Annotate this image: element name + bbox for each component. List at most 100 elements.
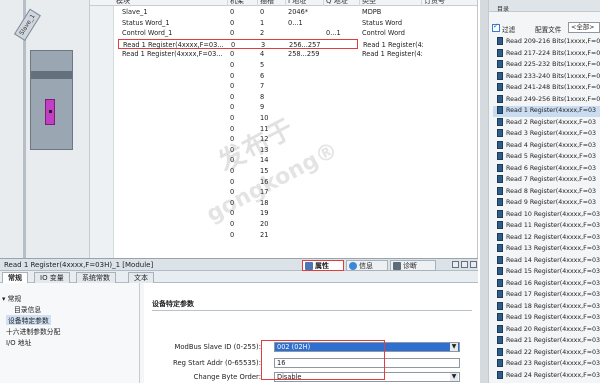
cell-slot: 4 xyxy=(260,50,265,59)
table-row[interactable]: 0 21 xyxy=(90,230,477,241)
slave-slot-indicator[interactable] xyxy=(45,99,55,125)
cell-module xyxy=(120,187,234,198)
table-row[interactable]: 0 18 xyxy=(90,198,477,209)
column-header[interactable]: 类型 xyxy=(360,0,422,6)
catalog-item[interactable]: Read 233-240 Bits(1xxxx,F=0 xyxy=(497,71,600,83)
column-header[interactable]: I 地址 xyxy=(286,0,324,6)
table-row[interactable]: Read 1 Register(4xxxx,F=03... 0 3 256...257… xyxy=(118,38,423,50)
tree-item-hex-params[interactable]: 十六进制参数分配 xyxy=(6,326,60,336)
filter-checkbox[interactable] xyxy=(492,22,500,32)
cell-type xyxy=(360,124,422,135)
catalog-item[interactable]: Read 4 Register(4xxxx,F=03 xyxy=(497,140,596,152)
catalog-item[interactable]: Read 217-224 Bits(1xxxx,F=0 xyxy=(497,48,600,60)
chevron-down-icon[interactable]: ▼ xyxy=(450,343,458,351)
restore-button[interactable] xyxy=(452,261,459,268)
tab-diagnostics[interactable]: 诊断 xyxy=(390,260,436,271)
catalog-item[interactable]: Read 225-232 Bits(1xxxx,F=0 xyxy=(497,60,600,71)
catalog-item[interactable]: Read 9 Register(4xxxx,F=03 xyxy=(497,198,596,209)
catalog-item[interactable]: Read 6 Register(4xxxx,F=03 xyxy=(497,163,596,175)
catalog-item[interactable]: Read 15 Register(4xxxx,F=03 xyxy=(497,267,600,278)
catalog-item[interactable]: Read 24 Register(4xxxx,F=03 xyxy=(497,370,600,382)
catalog-item[interactable]: Read 22 Register(4xxxx,F=03 xyxy=(497,347,600,359)
catalog-item[interactable]: Read 21 Register(4xxxx,F=03 xyxy=(497,336,600,347)
catalog-item[interactable]: Read 11 Register(4xxxx,F=03 xyxy=(497,221,600,232)
property-nav-tree: ▾ 常规 目录信息 设备特定参数 十六进制参数分配 I/O 地址 xyxy=(0,283,140,383)
subtab-general[interactable]: 常规 xyxy=(2,272,28,283)
catalog-item[interactable]: Read 8 Register(4xxxx,F=03 xyxy=(497,186,596,198)
table-row[interactable]: 05 xyxy=(90,60,477,71)
catalog-item[interactable]: Read 241-248 Bits(1xxxx,F=0 xyxy=(497,83,600,94)
catalog-item[interactable]: Read 23 Register(4xxxx,F=03 xyxy=(497,359,600,370)
table-row[interactable]: Control Word_1 0 2 0...1 Control Word xyxy=(90,28,477,39)
cell-module xyxy=(120,92,234,103)
catalog-item[interactable]: Read 2 Register(4xxxx,F=03 xyxy=(497,117,596,129)
cell-slot: 7 xyxy=(260,82,265,91)
catalog-item[interactable]: Read 7 Register(4xxxx,F=03 xyxy=(497,175,596,186)
catalog-item-label: Read 225-232 Bits(1xxxx,F=0 xyxy=(506,61,600,68)
slave-tag[interactable]: Slave_1 xyxy=(13,8,41,42)
slave-module[interactable] xyxy=(30,50,73,150)
catalog-item[interactable]: Read 17 Register(4xxxx,F=03 xyxy=(497,290,600,301)
column-header[interactable]: 订货号 xyxy=(422,0,477,6)
module-icon xyxy=(497,186,503,195)
catalog-item[interactable]: Read 13 Register(4xxxx,F=03 xyxy=(497,244,600,255)
chevron-down-icon[interactable]: ▼ xyxy=(450,373,458,381)
cell-type xyxy=(360,134,422,145)
table-row[interactable]: 06 xyxy=(90,71,477,82)
module-icon xyxy=(497,129,503,137)
cell-module xyxy=(120,60,234,71)
catalog-item[interactable]: Read 19 Register(4xxxx,F=03 xyxy=(497,313,600,324)
cell-type xyxy=(360,230,422,241)
catalog-item[interactable]: Read 3 Register(4xxxx,F=03 xyxy=(497,129,596,140)
table-row[interactable]: 0 19 xyxy=(90,208,477,219)
cell-slot: 1 xyxy=(260,18,265,27)
cell-q-addr xyxy=(324,124,360,135)
table-row[interactable]: Read 1 Register(4xxxx,F=03... 0 4 258...259… xyxy=(90,49,477,60)
catalog-item[interactable]: Read 12 Register(4xxxx,F=03 xyxy=(497,232,600,244)
subtab-system-constants[interactable]: 系统常数 xyxy=(76,272,116,283)
catalog-item-label: Read 249-256 Bits(1xxxx,F=0 xyxy=(506,95,600,103)
close-button[interactable] xyxy=(470,261,477,268)
tab-info[interactable]: 信息 xyxy=(346,260,388,271)
table-row[interactable]: Slave_1 0 0 2046* MDPB xyxy=(90,7,477,18)
catalog-item[interactable]: Read 16 Register(4xxxx,F=03 xyxy=(497,278,600,290)
pane-divider[interactable] xyxy=(480,0,488,383)
module-icon xyxy=(497,106,503,114)
catalog-item[interactable]: Read 20 Register(4xxxx,F=03 xyxy=(497,324,600,336)
tree-item-device-params[interactable]: 设备特定参数 xyxy=(6,315,51,325)
subtab-io-tags[interactable]: IO 变量 xyxy=(34,272,70,283)
cell-q-addr xyxy=(324,230,360,241)
column-header[interactable]: Q 地址 xyxy=(324,0,360,6)
device-view[interactable]: Slave_1 xyxy=(0,0,90,258)
cell-module: Control Word_1 xyxy=(122,29,173,38)
cell-type xyxy=(360,145,422,156)
column-header[interactable]: 模块 xyxy=(114,0,228,6)
table-row[interactable]: 07 xyxy=(90,81,477,92)
tree-item-io-address[interactable]: I/O 地址 xyxy=(6,337,31,347)
column-header[interactable]: 插槽 xyxy=(258,0,286,6)
catalog-item[interactable]: Read 1 Register(4xxxx,F=03 xyxy=(493,106,600,117)
tab-properties[interactable]: 属性 xyxy=(302,260,344,271)
cell-q-addr xyxy=(324,166,360,177)
table-row[interactable]: Status Word_1 0 1 0...1 Status Word xyxy=(90,18,477,29)
module-icon xyxy=(497,198,503,206)
catalog-item[interactable]: Read 209-216 Bits(1xxxx,F=0 xyxy=(497,37,600,48)
minimize-button[interactable] xyxy=(461,261,468,268)
table-row[interactable]: 0 20 xyxy=(90,219,477,230)
column-header[interactable]: 机架 xyxy=(228,0,258,6)
catalog-item[interactable]: Read 14 Register(4xxxx,F=03 xyxy=(497,255,600,267)
catalog-item[interactable]: Read 5 Register(4xxxx,F=03 xyxy=(497,152,596,163)
properties-icon xyxy=(305,262,313,270)
table-row[interactable]: 08 xyxy=(90,92,477,103)
catalog-item[interactable]: Read 249-256 Bits(1xxxx,F=0 xyxy=(497,94,600,106)
tree-item-general[interactable]: ▾ 常规 xyxy=(2,293,21,303)
cell-q-addr xyxy=(324,208,360,219)
module-icon xyxy=(497,255,503,264)
catalog-item[interactable]: Read 18 Register(4xxxx,F=03 xyxy=(497,301,600,313)
info-icon xyxy=(349,262,357,270)
subtab-texts[interactable]: 文本 xyxy=(128,272,154,283)
catalog-item[interactable]: Read 10 Register(4xxxx,F=03 xyxy=(497,209,600,221)
tree-item-catalog-info[interactable]: 目录信息 xyxy=(14,304,41,314)
profile-select[interactable]: <全部> xyxy=(568,22,600,33)
hardware-catalog[interactable]: 目录 过滤 配置文件 <全部> Read 209-216 Bits(1xxxx,… xyxy=(488,0,600,383)
